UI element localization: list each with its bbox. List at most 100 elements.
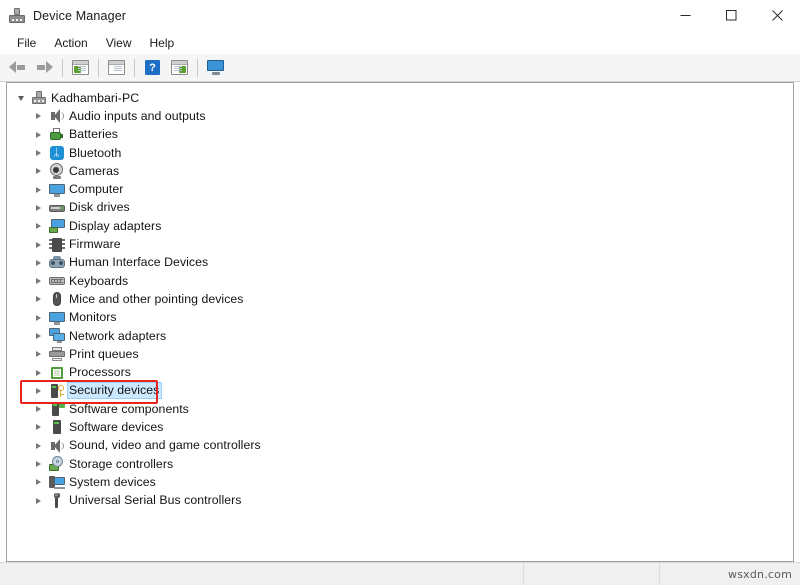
gamepad-icon — [48, 255, 65, 271]
back-button[interactable] — [4, 56, 31, 80]
scan-for-hardware-changes-button[interactable] — [202, 56, 229, 80]
tree-item-icon — [46, 383, 67, 399]
chevron-right-icon[interactable] — [31, 168, 46, 175]
tree-item-icon — [46, 365, 67, 381]
tree-item[interactable]: Computer — [7, 180, 793, 198]
chevron-right-icon[interactable] — [31, 369, 46, 376]
help-button[interactable]: ? — [139, 56, 166, 80]
menu-action[interactable]: Action — [45, 33, 96, 53]
software-component-icon — [49, 401, 65, 417]
title-bar: Device Manager — [0, 0, 800, 31]
monitor-icon — [48, 310, 65, 326]
chevron-right-icon[interactable] — [31, 406, 46, 413]
tree-item-icon — [46, 273, 67, 289]
chip-icon — [48, 237, 65, 253]
minimize-button[interactable] — [662, 0, 708, 31]
tree-item-label: Software components — [69, 401, 189, 416]
menu-bar: File Action View Help — [0, 31, 800, 54]
chevron-right-icon[interactable] — [31, 259, 46, 266]
network-adapter-icon — [48, 328, 65, 344]
chevron-right-icon[interactable] — [31, 113, 46, 120]
tree-item[interactable]: Print queues — [7, 345, 793, 363]
chevron-right-icon[interactable] — [31, 424, 46, 431]
status-segment-right: wsxdn.com — [660, 563, 800, 585]
help-icon: ? — [145, 60, 160, 75]
chevron-right-icon[interactable] — [31, 497, 46, 504]
tree-item-label: Storage controllers — [69, 456, 174, 471]
chevron-right-icon[interactable] — [31, 241, 46, 248]
tree-item-icon — [46, 474, 67, 490]
update-driver-button[interactable] — [166, 56, 193, 80]
processor-icon — [49, 365, 65, 381]
tree-item-label: Universal Serial Bus controllers — [69, 493, 242, 508]
tree-item[interactable]: Batteries — [7, 126, 793, 144]
forward-button[interactable] — [31, 56, 58, 80]
back-arrow-icon — [9, 61, 26, 74]
chevron-right-icon[interactable] — [31, 351, 46, 358]
tree-item[interactable]: Display adapters — [7, 217, 793, 235]
toolbar-separator-2 — [98, 58, 99, 77]
forward-arrow-icon — [36, 61, 53, 74]
computer-icon — [31, 90, 47, 106]
tree-item[interactable]: Human Interface Devices — [7, 254, 793, 272]
tree-item[interactable]: Audio inputs and outputs — [7, 107, 793, 125]
tree-item-icon: ᛦ — [46, 145, 67, 161]
tree-item[interactable]: Processors — [7, 363, 793, 381]
device-manager-icon — [9, 7, 25, 24]
tree-item[interactable]: Storage controllers — [7, 455, 793, 473]
tree-item-label: Software devices — [69, 419, 164, 434]
chevron-right-icon[interactable] — [31, 296, 46, 303]
tree-root-item[interactable]: Kadhambari-PC — [7, 89, 793, 107]
chevron-right-icon[interactable] — [31, 461, 46, 468]
tree-item-icon — [46, 438, 67, 454]
properties-button[interactable] — [103, 56, 130, 80]
tree-item[interactable]: Monitors — [7, 309, 793, 327]
tree-item[interactable]: Software devices — [7, 418, 793, 436]
tree-item[interactable]: System devices — [7, 473, 793, 491]
toolbar: ? — [0, 54, 800, 82]
tree-item[interactable]: Firmware — [7, 235, 793, 253]
chevron-right-icon[interactable] — [31, 333, 46, 339]
menu-file[interactable]: File — [8, 33, 45, 53]
menu-view[interactable]: View — [97, 33, 141, 53]
chevron-right-icon[interactable] — [31, 186, 46, 193]
chevron-right-icon[interactable] — [31, 131, 46, 138]
status-segment-main — [0, 563, 524, 585]
mouse-icon — [49, 291, 65, 307]
tree-item-label: Display adapters — [69, 218, 162, 233]
tree-item[interactable]: Security devices — [7, 382, 793, 400]
chevron-right-icon[interactable] — [31, 442, 46, 449]
tree-item[interactable]: Universal Serial Bus controllers — [7, 492, 793, 510]
tree-item[interactable]: Software components — [7, 400, 793, 418]
tree-item[interactable]: Mice and other pointing devices — [7, 290, 793, 308]
tree-item[interactable]: Keyboards — [7, 272, 793, 290]
tree-item-label: Batteries — [69, 127, 118, 142]
tree-item[interactable]: Network adapters — [7, 327, 793, 345]
show-hide-console-tree-button[interactable] — [67, 56, 94, 80]
tree-item-label: Sound, video and game controllers — [69, 438, 261, 453]
maximize-button[interactable] — [708, 0, 754, 31]
chevron-right-icon[interactable] — [31, 278, 46, 285]
tree-item-icon — [46, 310, 67, 326]
close-button[interactable] — [754, 0, 800, 31]
tree-item[interactable]: Cameras — [7, 162, 793, 180]
status-segment-middle — [524, 563, 660, 585]
tree-item-icon — [46, 218, 67, 234]
chevron-right-icon[interactable] — [31, 204, 46, 211]
chevron-right-icon[interactable] — [31, 479, 46, 486]
tree-item-icon — [46, 255, 67, 271]
chevron-down-icon[interactable] — [13, 95, 28, 101]
tree-item-icon — [46, 108, 67, 124]
tree-item[interactable]: ᛦ Bluetooth — [7, 144, 793, 162]
chevron-right-icon[interactable] — [31, 223, 46, 230]
tree-item[interactable]: Disk drives — [7, 199, 793, 217]
chevron-right-icon[interactable] — [31, 150, 46, 157]
tree-item-label: Processors — [69, 365, 132, 380]
menu-help[interactable]: Help — [141, 33, 184, 53]
tree-item[interactable]: Sound, video and game controllers — [7, 437, 793, 455]
tree-item-label: Disk drives — [69, 200, 130, 215]
window-controls — [662, 0, 800, 31]
chevron-right-icon[interactable] — [31, 387, 46, 394]
tree-item-label: Cameras — [69, 163, 120, 178]
chevron-right-icon[interactable] — [31, 314, 46, 321]
